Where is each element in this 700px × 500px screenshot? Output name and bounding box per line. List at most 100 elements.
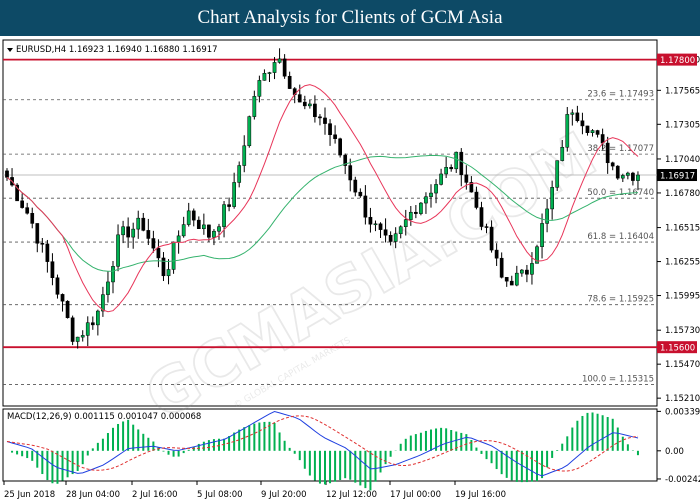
fib-level-label: 50.0 = 1.16740 (587, 188, 654, 198)
candle-down (25, 207, 30, 214)
candle-up (131, 228, 136, 238)
current-price-label: 1.16917 (660, 172, 695, 182)
support-price-label: 1.15600 (660, 344, 695, 354)
x-tick-label: 2 Jul 16:00 (132, 490, 178, 500)
macd-y-tick-label: 0.003397 (665, 407, 700, 417)
candle-down (126, 226, 130, 238)
candle-down (479, 207, 484, 227)
candle-up (560, 146, 565, 161)
candle-down (141, 217, 146, 231)
symbol-label: EURUSD,H4 1.16923 1.16940 1.16880 1.1691… (16, 45, 218, 55)
candle-up (111, 266, 115, 283)
y-tick-label: 1.15730 (665, 326, 700, 336)
candle-up (186, 210, 191, 225)
candle-down (358, 191, 363, 197)
candle-down (318, 116, 322, 119)
candle-down (525, 269, 529, 275)
candle-down (414, 211, 418, 214)
candle-up (116, 234, 120, 267)
candle-up (252, 96, 257, 117)
candle-up (217, 226, 221, 232)
candle-up (550, 187, 554, 210)
candle-down (227, 204, 231, 207)
chart-area: 1.17800 1.17565 1.17305 1.17040 1.16780 1.165… (2, 39, 700, 500)
candle-up (373, 223, 378, 226)
x-tick-label: 9 Jul 20:00 (261, 490, 307, 500)
candle-up (277, 58, 282, 63)
candle-down (302, 101, 307, 107)
y-tick-label: 1.15470 (665, 360, 700, 370)
page-title: Chart Analysis for Clients of GCM Asia (0, 0, 700, 36)
candle-up (403, 219, 408, 228)
candle-down (459, 151, 464, 176)
x-tick-label: 12 Jul 12:00 (326, 490, 377, 500)
candle-down (60, 294, 65, 302)
candle-down (333, 134, 337, 139)
candle-down (449, 167, 454, 170)
candle-up (398, 226, 403, 235)
fib-level-label: 38.2 = 1.17077 (587, 144, 654, 154)
candle-down (287, 75, 292, 89)
x-tick-label: 17 Jul 00:00 (390, 490, 441, 500)
candle-down (484, 226, 489, 228)
candle-down (353, 179, 358, 193)
candle-down (348, 165, 353, 181)
candle-down (378, 223, 383, 230)
candle-down (65, 300, 70, 319)
y-tick-label: 1.17305 (665, 120, 700, 130)
fib-level-label: 23.6 = 1.17493 (587, 90, 654, 100)
candle-up (247, 116, 252, 147)
candle-up (85, 322, 90, 336)
candle-up (565, 114, 570, 148)
candle-up (202, 224, 206, 229)
candle-up (520, 269, 524, 274)
candle-down (575, 112, 580, 122)
fib-level-label: 61.8 = 1.16404 (587, 232, 654, 242)
candle-up (308, 103, 312, 107)
candle-down (55, 277, 60, 295)
candle-up (419, 202, 423, 214)
candle-down (35, 223, 40, 244)
candle-up (166, 269, 171, 277)
candle-up (121, 226, 125, 236)
candle-down (196, 219, 201, 229)
candle-down (40, 243, 45, 245)
candle-down (504, 277, 509, 282)
candle-down (368, 216, 373, 225)
candle-up (96, 310, 100, 326)
candle-up (434, 184, 438, 194)
candle-down (282, 58, 287, 77)
candle-down (388, 235, 393, 242)
candle-down (20, 200, 24, 208)
candle-up (106, 281, 110, 295)
candle-up (242, 145, 247, 166)
candle-down (328, 123, 332, 136)
x-tick-label: 19 Jul 16:00 (455, 490, 506, 500)
candle-up (429, 192, 433, 197)
candle-down (474, 191, 479, 208)
candle-up (257, 80, 262, 97)
candle-down (146, 230, 151, 239)
candle-up (454, 151, 459, 170)
candle-down (70, 317, 75, 342)
candle-down (499, 257, 504, 278)
candle-down (494, 249, 499, 259)
candle-up (75, 336, 80, 342)
x-tick-label: 28 Jun 04:00 (66, 490, 120, 500)
candle-down (631, 172, 635, 181)
fib-level-label: 100.0 = 1.15315 (582, 374, 654, 384)
candle-down (610, 162, 615, 167)
candle-up (540, 223, 544, 247)
candle-up (176, 235, 181, 243)
candle-up (393, 233, 398, 242)
y-tick-label: 1.17040 (665, 155, 700, 165)
candle-down (489, 226, 494, 251)
fib-level-label: 78.6 = 1.15925 (587, 295, 654, 305)
candle-down (156, 247, 161, 259)
y-tick-label: 1.17565 (665, 86, 700, 96)
candle-up (272, 62, 277, 73)
candle-up (570, 112, 575, 115)
candle-down (30, 213, 35, 224)
resistance-price-label: 1.17800 (660, 56, 695, 66)
x-tick-label: 5 Jul 08:00 (197, 490, 243, 500)
